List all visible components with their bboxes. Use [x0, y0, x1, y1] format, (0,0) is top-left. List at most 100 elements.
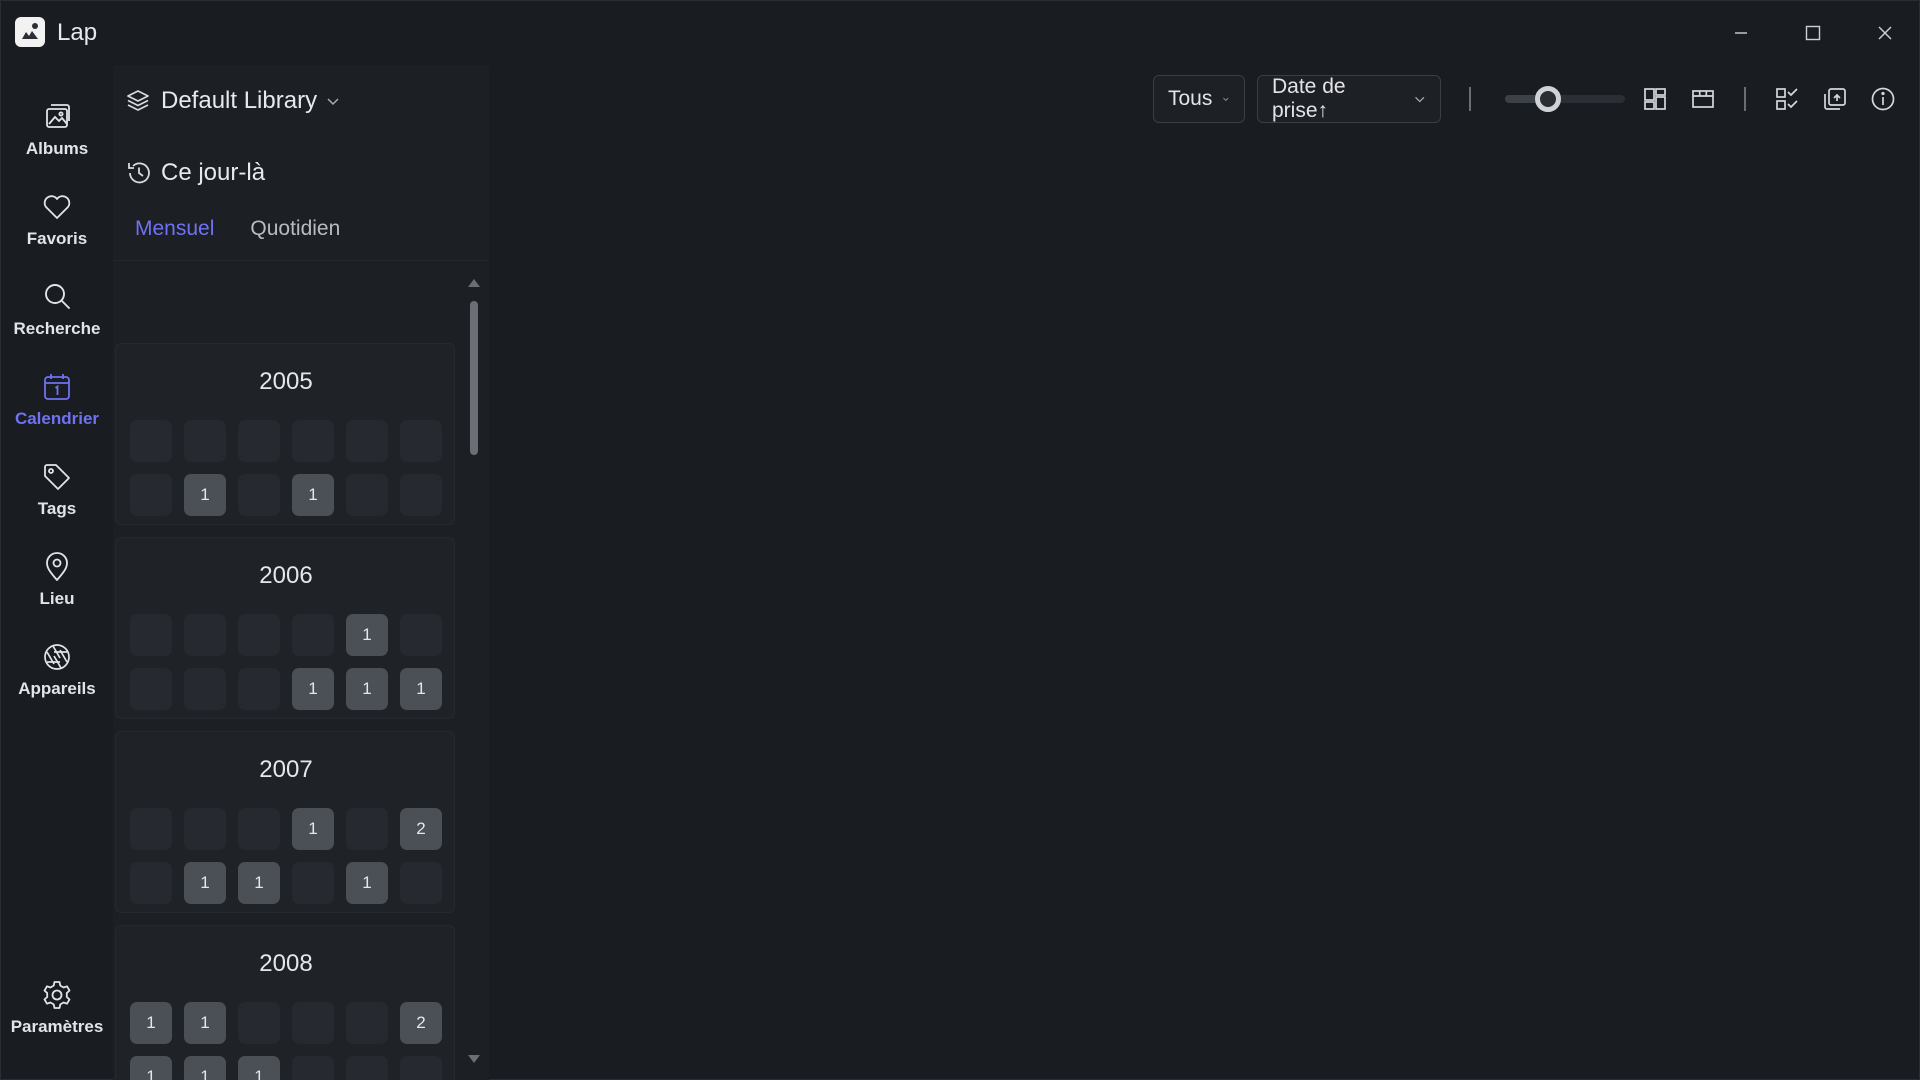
month-cell — [184, 668, 226, 710]
month-cell[interactable]: 1 — [292, 668, 334, 710]
library-selector[interactable]: Default Library — [125, 83, 341, 119]
month-cell[interactable]: 1 — [238, 862, 280, 904]
month-cell[interactable]: 1 — [184, 1056, 226, 1080]
nav-label-lieu: Lieu — [39, 589, 75, 608]
year-list-scrollbar[interactable] — [467, 273, 481, 1073]
month-cell[interactable]: 1 — [292, 474, 334, 516]
select-mode-button[interactable] — [1773, 85, 1801, 113]
nav-item-favoris[interactable]: Favoris — [1, 179, 113, 261]
month-cell[interactable]: 1 — [346, 862, 388, 904]
month-cell[interactable]: 1 — [238, 1056, 280, 1080]
month-cell[interactable]: 1 — [400, 668, 442, 710]
tabs-divider — [113, 260, 489, 261]
minimize-button[interactable] — [1713, 11, 1769, 55]
scroll-down-arrow-icon[interactable] — [467, 1053, 481, 1065]
month-cell[interactable]: 1 — [184, 862, 226, 904]
chevron-down-icon — [1223, 97, 1229, 101]
film-strip-layout-icon — [1692, 90, 1714, 108]
year-label[interactable]: 2005 — [116, 368, 455, 396]
filter-dropdown[interactable]: Tous — [1153, 75, 1245, 123]
tab-quotidien[interactable]: Quotidien — [250, 217, 340, 253]
nav-label-favoris: Favoris — [26, 229, 88, 248]
year-label[interactable]: 2007 — [116, 756, 455, 784]
left-navigation: Albums Favoris Recherche Calendrier Tags… — [1, 65, 113, 1080]
month-cell — [238, 474, 280, 516]
on-this-day-link[interactable]: Ce jour-là — [125, 155, 265, 191]
calendar-icon — [44, 374, 70, 400]
scrollbar-thumb[interactable] — [470, 301, 478, 455]
duplicates-button[interactable] — [1821, 85, 1849, 113]
sort-dropdown[interactable]: Date de prise↑ — [1257, 75, 1441, 123]
history-icon — [128, 162, 150, 184]
nav-item-recherche[interactable]: Recherche — [1, 269, 113, 351]
scroll-up-arrow-icon[interactable] — [467, 277, 481, 289]
tab-mensuel[interactable]: Mensuel — [135, 217, 214, 253]
layers-icon — [127, 90, 149, 111]
year-label[interactable]: 2008 — [116, 950, 455, 978]
info-button[interactable] — [1869, 85, 1897, 113]
toolbar-separator — [1469, 87, 1471, 111]
month-cell[interactable]: 1 — [130, 1002, 172, 1044]
nav-item-lieu[interactable]: Lieu — [1, 539, 113, 621]
library-name: Default Library — [161, 87, 318, 114]
month-cell[interactable]: 1 — [130, 1056, 172, 1080]
thumbnail-size-slider[interactable] — [1505, 95, 1625, 103]
month-cell — [346, 420, 388, 462]
month-cell[interactable]: 1 — [184, 1002, 226, 1044]
nav-label-recherche: Recherche — [13, 319, 101, 338]
info-icon — [1871, 87, 1895, 111]
month-cell — [184, 420, 226, 462]
month-cell — [400, 474, 442, 516]
nav-item-calendrier[interactable]: Calendrier — [1, 359, 113, 441]
month-cell[interactable]: 2 — [400, 808, 442, 850]
month-cell — [292, 862, 334, 904]
year-label[interactable]: 2006 — [116, 562, 455, 590]
heart-icon — [43, 195, 71, 219]
nav-item-parametres[interactable]: Paramètres — [1, 967, 113, 1049]
month-cell — [238, 1002, 280, 1044]
calendar-sidebar: Default Library Ce jour-là Mensuel Quoti… — [113, 65, 489, 1080]
nav-label-tags: Tags — [37, 499, 77, 518]
month-cell — [400, 1056, 442, 1080]
title-bar: Lap — [1, 1, 1920, 65]
albums-icon — [46, 104, 70, 128]
month-cell — [130, 614, 172, 656]
month-cell — [184, 808, 226, 850]
search-icon — [45, 284, 70, 309]
month-cell[interactable]: 1 — [184, 474, 226, 516]
nav-item-appareils[interactable]: Appareils — [1, 629, 113, 711]
month-cell[interactable]: 2 — [400, 1002, 442, 1044]
month-cell — [292, 1002, 334, 1044]
toolbar-separator — [1744, 87, 1746, 111]
month-cell — [346, 474, 388, 516]
month-cell — [238, 420, 280, 462]
month-cell[interactable]: 1 — [346, 668, 388, 710]
year-list: 2005 1 1 2006 1 1 1 1 2007 1 2 1 1 1 2008 1 1 2 1 1 1 — [115, 277, 455, 1080]
nav-item-tags[interactable]: Tags — [1, 449, 113, 531]
duplicate-view-icon — [1824, 88, 1846, 110]
view-tabs: Mensuel Quotidien — [135, 217, 340, 253]
filmstrip-layout-button[interactable] — [1689, 85, 1717, 113]
camera-aperture-icon — [44, 644, 70, 670]
gear-icon — [43, 981, 71, 1009]
close-button[interactable] — [1857, 11, 1913, 55]
select-check-icon — [1776, 88, 1798, 110]
nav-item-albums[interactable]: Albums — [1, 89, 113, 171]
year-card: 2008 1 1 2 1 1 1 — [115, 925, 455, 1080]
on-this-day-label: Ce jour-là — [161, 159, 266, 186]
month-cell — [184, 614, 226, 656]
chevron-down-icon — [1414, 96, 1424, 103]
month-cell[interactable]: 1 — [346, 614, 388, 656]
month-cell — [346, 1002, 388, 1044]
grid-layout-button[interactable] — [1641, 85, 1669, 113]
month-cell — [292, 614, 334, 656]
month-cell — [130, 474, 172, 516]
month-cell — [292, 1056, 334, 1080]
maximize-button[interactable] — [1785, 11, 1841, 55]
month-cell — [238, 808, 280, 850]
month-cell — [346, 1056, 388, 1080]
month-cell[interactable]: 1 — [292, 808, 334, 850]
month-cell — [292, 420, 334, 462]
slider-thumb[interactable] — [1535, 86, 1562, 112]
month-cell — [130, 808, 172, 850]
